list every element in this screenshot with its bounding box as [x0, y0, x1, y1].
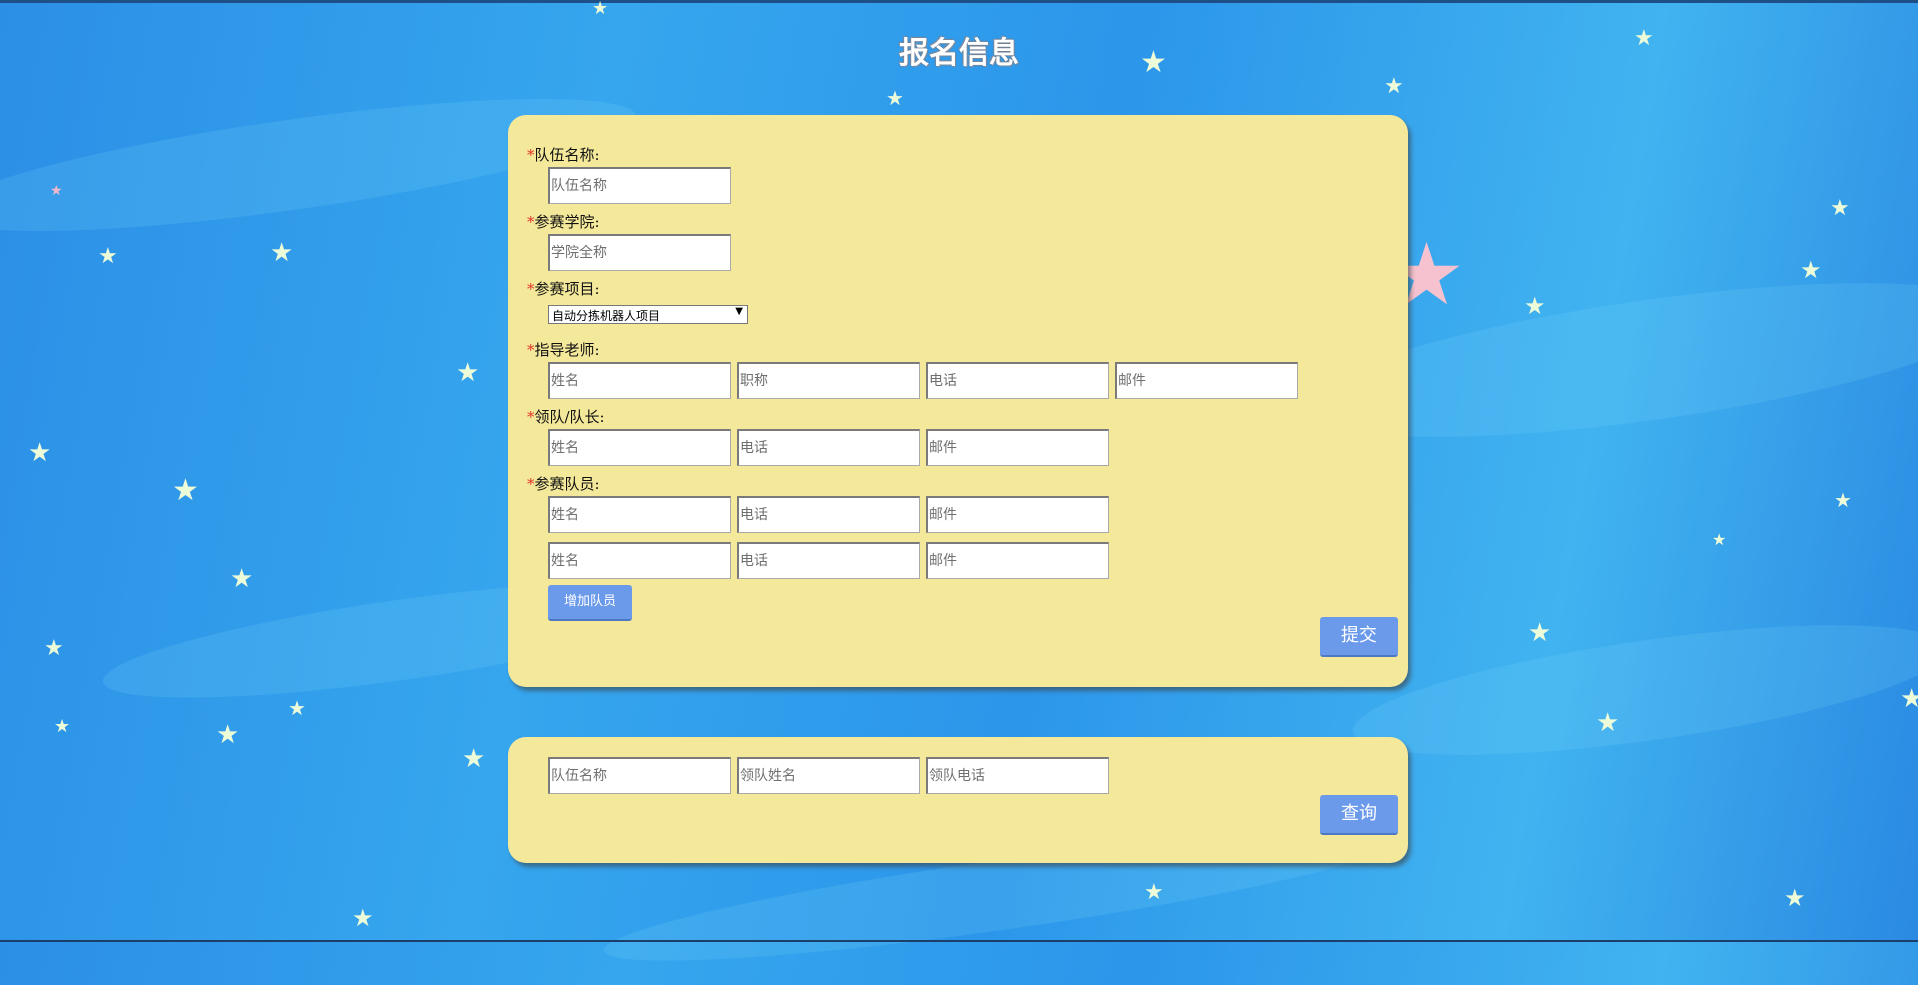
member-phone-input[interactable]	[737, 496, 920, 533]
required-mark: *	[527, 341, 535, 359]
star-icon: ★	[98, 244, 118, 269]
member-name-input[interactable]	[548, 542, 731, 579]
star-icon: ★	[1524, 292, 1546, 320]
college-input[interactable]	[548, 234, 731, 271]
star-icon: ★	[1830, 196, 1850, 221]
star-icon: ★	[1800, 256, 1822, 284]
required-mark: *	[527, 475, 535, 493]
star-icon: ★	[1712, 530, 1727, 549]
star-icon: ★	[270, 238, 294, 268]
star-icon: ★	[288, 696, 306, 720]
star-icon: ★	[172, 473, 199, 508]
member-phone-input[interactable]	[737, 542, 920, 579]
star-icon: ★	[1900, 684, 1918, 714]
star-icon: ★	[54, 716, 71, 737]
star-icon: ★	[28, 438, 52, 468]
star-icon: ★	[1528, 618, 1552, 648]
query-leader-phone-input[interactable]	[926, 757, 1109, 794]
star-icon: ★	[216, 720, 240, 750]
advisor-email-input[interactable]	[1115, 362, 1298, 399]
team-name-label-text: 队伍名称:	[534, 146, 600, 164]
star-icon: ★	[230, 564, 254, 594]
advisor-label: *指导老师:	[527, 339, 600, 360]
team-name-input[interactable]	[548, 167, 731, 204]
leader-name-input[interactable]	[548, 429, 731, 466]
star-icon: ★	[1144, 880, 1164, 905]
project-selected-value: 自动分拣机器人项目	[552, 309, 661, 323]
star-icon: ★	[1596, 708, 1620, 738]
college-label: *参赛学院:	[527, 211, 600, 232]
query-button[interactable]: 查询	[1320, 795, 1398, 835]
project-select[interactable]: 自动分拣机器人项目 ▼	[548, 305, 748, 324]
query-panel: 查询	[508, 737, 1408, 863]
required-mark: *	[527, 146, 535, 164]
advisor-label-text: 指导老师:	[534, 341, 600, 359]
query-leader-name-input[interactable]	[737, 757, 920, 794]
registration-form-panel: *队伍名称: *参赛学院: *参赛项目: 自动分拣机器人项目 ▼ *指导老师: …	[508, 115, 1408, 687]
advisor-name-input[interactable]	[548, 362, 731, 399]
member-name-input[interactable]	[548, 496, 731, 533]
team-name-label: *队伍名称:	[527, 144, 600, 165]
star-icon: ★	[462, 744, 486, 774]
star-icon: ★	[1784, 884, 1806, 912]
top-border	[0, 0, 1918, 3]
star-icon: ★	[456, 358, 480, 388]
project-label-text: 参赛项目:	[534, 280, 600, 298]
leader-email-input[interactable]	[926, 429, 1109, 466]
member-email-input[interactable]	[926, 496, 1109, 533]
members-label-text: 参赛队员:	[534, 475, 600, 493]
query-team-name-input[interactable]	[548, 757, 731, 794]
dropdown-arrow-icon: ▼	[735, 306, 743, 317]
leader-label: *领队/队长:	[527, 406, 605, 427]
leader-label-text: 领队/队长:	[534, 408, 605, 426]
submit-button[interactable]: 提交	[1320, 617, 1398, 657]
required-mark: *	[527, 213, 535, 231]
star-icon: ★	[50, 183, 63, 199]
add-member-button[interactable]: 增加队员	[548, 585, 632, 621]
member-email-input[interactable]	[926, 542, 1109, 579]
required-mark: *	[527, 280, 535, 298]
star-icon: ★	[352, 904, 374, 932]
star-icon: ★	[592, 0, 609, 19]
project-label: *参赛项目:	[527, 278, 600, 299]
leader-phone-input[interactable]	[737, 429, 920, 466]
star-icon: ★	[1384, 74, 1404, 99]
required-mark: *	[527, 408, 535, 426]
star-icon: ★	[1834, 488, 1852, 512]
page-title: 报名信息	[899, 36, 1019, 71]
star-icon: ★	[886, 86, 904, 110]
members-label: *参赛队员:	[527, 473, 600, 494]
star-icon: ★	[44, 636, 64, 661]
advisor-title-input[interactable]	[737, 362, 920, 399]
bg-streak	[1345, 598, 1918, 782]
advisor-phone-input[interactable]	[926, 362, 1109, 399]
college-label-text: 参赛学院:	[534, 213, 600, 231]
